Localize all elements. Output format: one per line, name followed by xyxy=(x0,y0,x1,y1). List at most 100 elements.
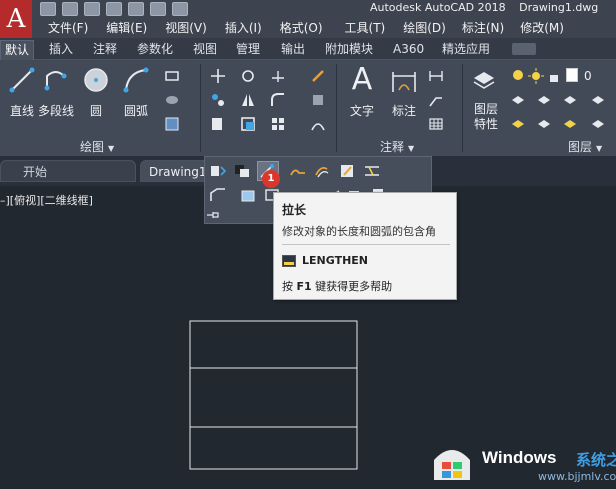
layer-isolate-icon[interactable] xyxy=(536,92,552,108)
arc-label: 圆弧 xyxy=(123,104,148,118)
watermark-subtitle: 系统之家 xyxy=(576,451,616,469)
panel-divider xyxy=(200,64,201,152)
chamfer-icon[interactable] xyxy=(209,187,227,203)
circle-button[interactable]: 圆 xyxy=(74,64,118,136)
open-file-icon[interactable] xyxy=(62,2,78,16)
layer-properties-icon xyxy=(473,72,495,89)
layer-match-icon[interactable] xyxy=(536,116,552,132)
circle-label: 圆 xyxy=(89,104,102,118)
array-icon[interactable] xyxy=(270,116,286,132)
tab-parametric[interactable]: 参数化 xyxy=(137,40,173,60)
pin-icon[interactable] xyxy=(206,210,220,220)
break-icon[interactable] xyxy=(289,163,307,179)
chevron-down-icon: ▼ xyxy=(596,144,603,153)
explode-icon[interactable] xyxy=(310,92,326,108)
sun-icon[interactable] xyxy=(528,68,544,84)
circle-icon xyxy=(84,68,108,92)
leader-icon[interactable] xyxy=(428,92,444,108)
annotation-panel-footer[interactable]: 注释 ▼ xyxy=(380,138,414,156)
window-title: Autodesk AutoCAD 2018 Drawing1.dwg xyxy=(370,1,608,14)
tab-start[interactable]: 开始 xyxy=(0,160,136,182)
layer-off-icon[interactable] xyxy=(510,92,526,108)
undo-icon[interactable] xyxy=(150,2,166,16)
panel-divider xyxy=(336,64,337,152)
lightbulb-icon[interactable] xyxy=(510,68,526,84)
join-icon[interactable] xyxy=(313,163,331,179)
drawn-rectangle[interactable] xyxy=(189,320,358,470)
menu-insert[interactable]: 插入(I) xyxy=(225,18,262,38)
autocad-logo-icon[interactable]: A xyxy=(0,0,32,38)
offset-icon[interactable] xyxy=(310,116,326,132)
tab-annotate[interactable]: 注释 xyxy=(93,40,117,60)
layer-make-current-icon[interactable] xyxy=(510,116,526,132)
chevron-down-icon: ▼ xyxy=(408,144,415,153)
arc-button[interactable]: 圆弧 xyxy=(114,64,158,136)
draw-order-icon[interactable] xyxy=(233,163,251,179)
mirror-icon[interactable] xyxy=(240,92,256,108)
draw-panel-footer[interactable]: 绘图 ▼ xyxy=(80,138,114,156)
trim-icon[interactable] xyxy=(270,68,286,84)
edit-polyline-icon[interactable] xyxy=(339,163,357,179)
text-button[interactable]: A 文字 xyxy=(340,64,384,136)
tab-output[interactable]: 输出 xyxy=(281,40,305,60)
app-title: Autodesk AutoCAD 2018 xyxy=(370,1,506,14)
title-bar: A Autodesk AutoCAD 2018 Drawing1.dwg 文件(… xyxy=(0,0,616,38)
tab-view[interactable]: 视图 xyxy=(193,40,217,60)
table-icon[interactable] xyxy=(428,116,444,132)
save-as-icon[interactable] xyxy=(106,2,122,16)
lock-open-icon[interactable] xyxy=(546,68,562,84)
move-icon[interactable] xyxy=(210,68,226,84)
menu-file[interactable]: 文件(F) xyxy=(48,18,88,38)
current-layer-name[interactable]: 0 xyxy=(584,68,592,84)
polyline-icon xyxy=(44,71,67,91)
menu-dimension[interactable]: 标注(N) xyxy=(462,18,504,38)
erase-icon[interactable] xyxy=(310,68,326,84)
rotate-icon[interactable] xyxy=(240,68,256,84)
ribbon-toggle-icon[interactable] xyxy=(512,43,536,55)
layer-lock-icon[interactable] xyxy=(590,92,606,108)
tab-a360[interactable]: A360 xyxy=(393,40,424,60)
copy-icon[interactable] xyxy=(210,92,226,108)
menu-tools[interactable]: 工具(T) xyxy=(345,18,386,38)
menu-draw[interactable]: 绘图(D) xyxy=(403,18,446,38)
tab-insert[interactable]: 插入 xyxy=(49,40,73,60)
linear-dimension-icon[interactable] xyxy=(428,68,444,84)
plot-icon[interactable] xyxy=(128,2,144,16)
tab-addins[interactable]: 附加模块 xyxy=(325,40,373,60)
tooltip-divider xyxy=(282,244,450,245)
tab-manage[interactable]: 管理 xyxy=(236,40,260,60)
fillet-icon[interactable] xyxy=(270,92,286,108)
block-icon[interactable] xyxy=(239,187,257,203)
copy-clip-icon[interactable] xyxy=(209,163,227,179)
rectangle-icon[interactable] xyxy=(164,68,180,84)
layer-properties-label-2: 特性 xyxy=(473,117,498,131)
stretch-icon[interactable] xyxy=(210,116,226,132)
layer-unlock-icon[interactable] xyxy=(590,116,606,132)
polyline-label: 多段线 xyxy=(37,104,74,118)
align-icon[interactable] xyxy=(363,163,381,179)
save-icon[interactable] xyxy=(84,2,100,16)
layer-properties-button[interactable]: 图层 特性 xyxy=(468,102,504,132)
document-title: Drawing1.dwg xyxy=(519,1,599,14)
menu-view[interactable]: 视图(V) xyxy=(165,18,207,38)
hatch-icon[interactable] xyxy=(164,92,180,108)
dimension-button[interactable]: 标注 xyxy=(382,64,426,136)
tab-featured-apps[interactable]: 精选应用 xyxy=(442,40,490,60)
polyline-button[interactable]: 多段线 xyxy=(34,64,78,136)
line-icon xyxy=(9,67,35,93)
layers-panel-footer[interactable]: 图层 ▼ xyxy=(568,138,602,156)
menu-edit[interactable]: 编辑(E) xyxy=(106,18,147,38)
menu-modify[interactable]: 修改(M) xyxy=(520,18,564,38)
text-label: 文字 xyxy=(349,104,374,118)
redo-icon[interactable] xyxy=(172,2,188,16)
tab-default[interactable]: 默认 xyxy=(0,40,35,60)
layer-previous-icon[interactable] xyxy=(562,116,578,132)
layer-color-swatch[interactable] xyxy=(566,68,578,82)
step-badge: 1 xyxy=(262,170,280,188)
new-file-icon[interactable] xyxy=(40,2,56,16)
menu-format[interactable]: 格式(O) xyxy=(280,18,323,38)
scale-icon[interactable] xyxy=(240,116,256,132)
layer-freeze-icon[interactable] xyxy=(562,92,578,108)
region-icon[interactable] xyxy=(164,116,180,132)
ribbon-tab-bar: 默认 插入 注释 参数化 视图 管理 输出 附加模块 A360 精选应用 xyxy=(0,38,616,60)
